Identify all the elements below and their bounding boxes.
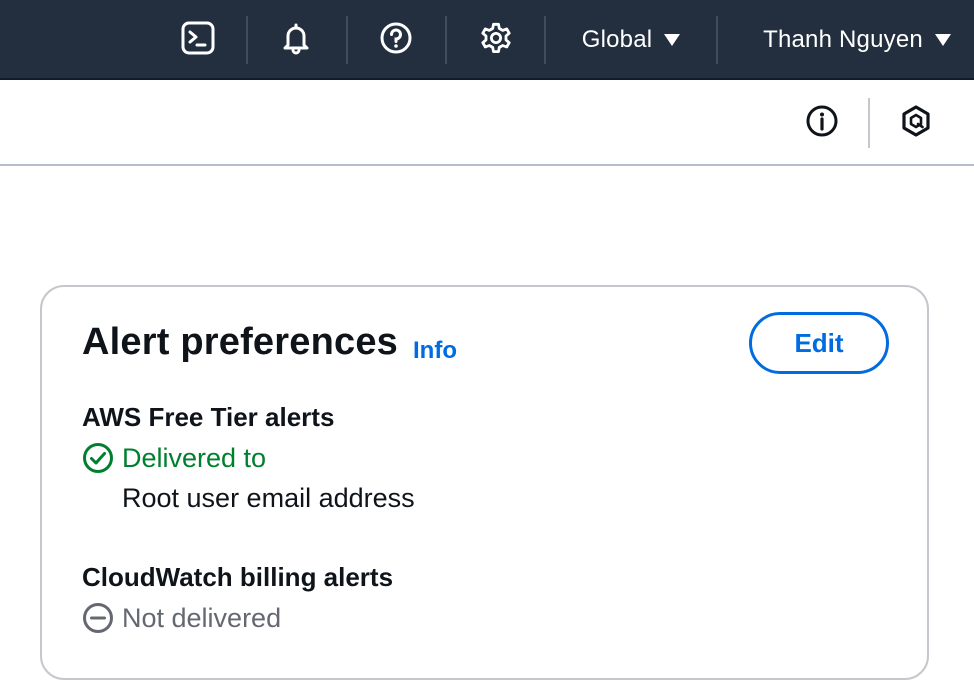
help-icon bbox=[379, 21, 413, 60]
toolbar-divider bbox=[868, 98, 870, 148]
minus-circle-icon bbox=[82, 602, 114, 634]
edit-button[interactable]: Edit bbox=[749, 312, 889, 374]
cloudshell-icon bbox=[181, 21, 215, 60]
region-label: Global bbox=[581, 26, 653, 53]
cloudwatch-status-text: Not delivered bbox=[122, 602, 282, 633]
info-panel-button[interactable] bbox=[792, 82, 852, 164]
caret-down-icon bbox=[934, 34, 951, 46]
alert-preferences-card: Alert preferences Info Edit AWS Free Tie… bbox=[40, 285, 929, 680]
notifications-button[interactable] bbox=[270, 0, 322, 80]
top-navigation-bar: Global Thanh Nguyen bbox=[0, 0, 974, 80]
nav-divider bbox=[445, 16, 447, 64]
page-title: Alert preferences bbox=[82, 321, 398, 363]
free-tier-status-text: Delivered to bbox=[122, 442, 267, 473]
nav-divider bbox=[544, 16, 546, 64]
free-tier-status: Delivered to bbox=[82, 442, 266, 474]
assistant-button[interactable] bbox=[886, 82, 946, 164]
info-link[interactable]: Info bbox=[413, 337, 457, 365]
nav-divider bbox=[716, 16, 718, 64]
nav-divider bbox=[346, 16, 348, 64]
free-tier-recipient: Root user email address bbox=[122, 483, 415, 513]
nav-divider bbox=[246, 16, 248, 64]
help-button[interactable] bbox=[370, 0, 422, 80]
cloudwatch-heading: CloudWatch billing alerts bbox=[82, 562, 394, 592]
check-circle-icon bbox=[82, 442, 114, 474]
q-assistant-icon bbox=[899, 104, 933, 143]
secondary-toolbar bbox=[0, 82, 974, 166]
bell-icon bbox=[279, 21, 313, 60]
user-name: Thanh Nguyen bbox=[763, 26, 923, 53]
account-menu[interactable]: Thanh Nguyen bbox=[740, 0, 974, 80]
cloudwatch-status: Not delivered bbox=[82, 602, 281, 634]
info-icon bbox=[805, 104, 839, 143]
free-tier-heading: AWS Free Tier alerts bbox=[82, 402, 335, 432]
gear-icon bbox=[478, 20, 514, 61]
region-selector[interactable]: Global bbox=[566, 0, 696, 80]
cloudshell-button[interactable] bbox=[172, 0, 224, 80]
settings-button[interactable] bbox=[470, 0, 522, 80]
caret-down-icon bbox=[664, 34, 681, 46]
